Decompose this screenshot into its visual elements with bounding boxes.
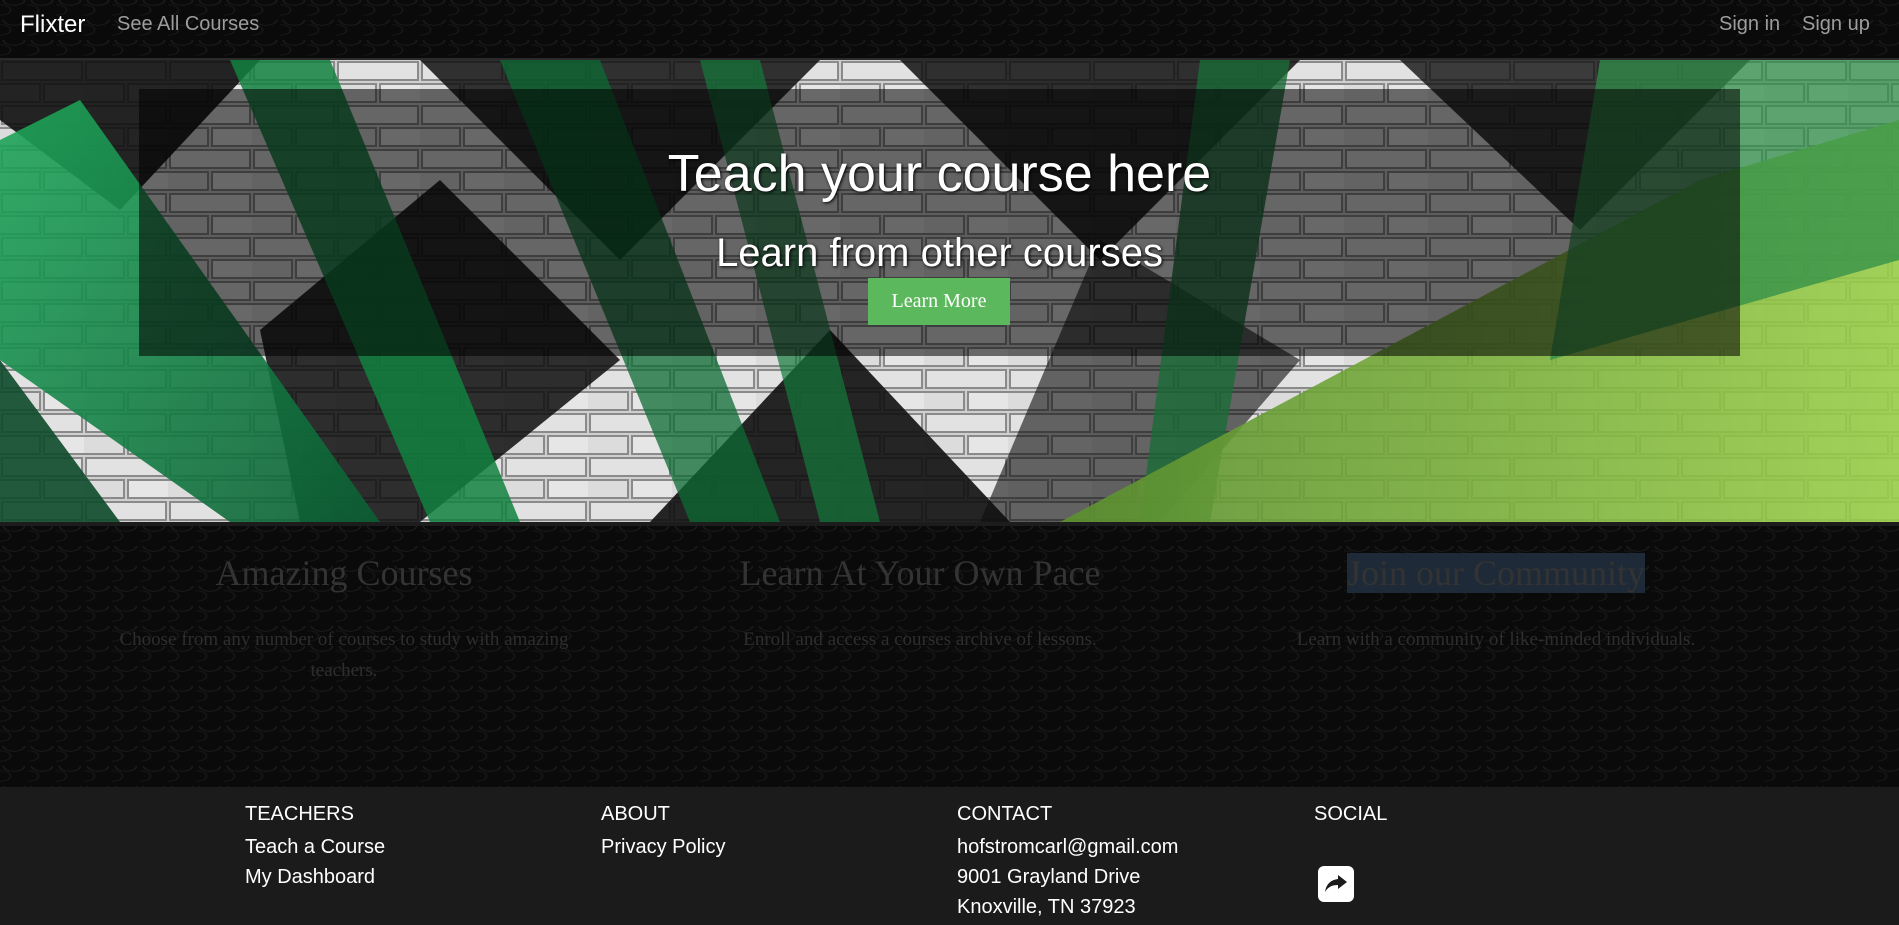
share-square-icon[interactable] — [1318, 866, 1354, 902]
feature-title: Learn At Your Own Pace — [739, 553, 1101, 593]
contact-email: hofstromcarl@gmail.com — [957, 836, 1179, 858]
footer-heading-about: ABOUT — [601, 803, 670, 825]
footer-social-column: SOCIAL — [1314, 802, 1387, 832]
feature-title: Amazing Courses — [215, 553, 473, 593]
brand-logo-link[interactable]: Flixter — [20, 11, 85, 39]
hero-title: Teach your course here — [667, 145, 1212, 203]
contact-address-street: 9001 Grayland Drive — [957, 866, 1141, 888]
privacy-policy-link[interactable]: Privacy Policy — [601, 832, 725, 862]
feature-amazing-courses: Amazing Courses Choose from any number o… — [84, 552, 604, 686]
footer-teachers-column: TEACHERS Teach a Course My Dashboard — [245, 802, 385, 892]
teach-a-course-link[interactable]: Teach a Course — [245, 832, 385, 862]
learn-more-button[interactable]: Learn More — [868, 278, 1010, 325]
feature-text: Learn with a community of like-minded in… — [1296, 629, 1696, 650]
features-section: Amazing Courses Choose from any number o… — [0, 522, 1899, 787]
share-arrow-glyph — [1325, 875, 1347, 892]
footer-contact-column: CONTACT hofstromcarl@gmail.com 9001 Gray… — [957, 802, 1178, 922]
see-all-courses-link[interactable]: See All Courses — [117, 13, 259, 36]
feature-text: Enroll and access a courses archive of l… — [743, 629, 1097, 650]
feature-title-text: Join our Community — [1346, 553, 1646, 593]
my-dashboard-link[interactable]: My Dashboard — [245, 862, 385, 892]
footer-heading-teachers: TEACHERS — [245, 803, 354, 825]
contact-address-city: Knoxville, TN 37923 — [957, 896, 1136, 918]
feature-learn-at-own-pace: Learn At Your Own Pace Enroll and access… — [660, 552, 1180, 655]
feature-join-community: Join our Community Learn with a communit… — [1236, 552, 1756, 655]
top-navbar: Flixter See All Courses Sign in Sign up — [0, 0, 1899, 60]
hero-subtitle: Learn from other courses — [716, 231, 1163, 275]
footer-heading-contact: CONTACT — [957, 803, 1053, 825]
site-footer: TEACHERS Teach a Course My Dashboard ABO… — [0, 787, 1899, 925]
sign-in-link[interactable]: Sign in — [1719, 13, 1780, 36]
footer-heading-social: SOCIAL — [1314, 803, 1388, 825]
feature-title: Join our Community — [1236, 552, 1756, 594]
footer-about-column: ABOUT Privacy Policy — [601, 802, 725, 862]
sign-up-link[interactable]: Sign up — [1802, 13, 1870, 36]
hero-banner: Teach your course here Learn from other … — [0, 60, 1899, 522]
feature-text: Choose from any number of courses to stu… — [119, 629, 569, 681]
